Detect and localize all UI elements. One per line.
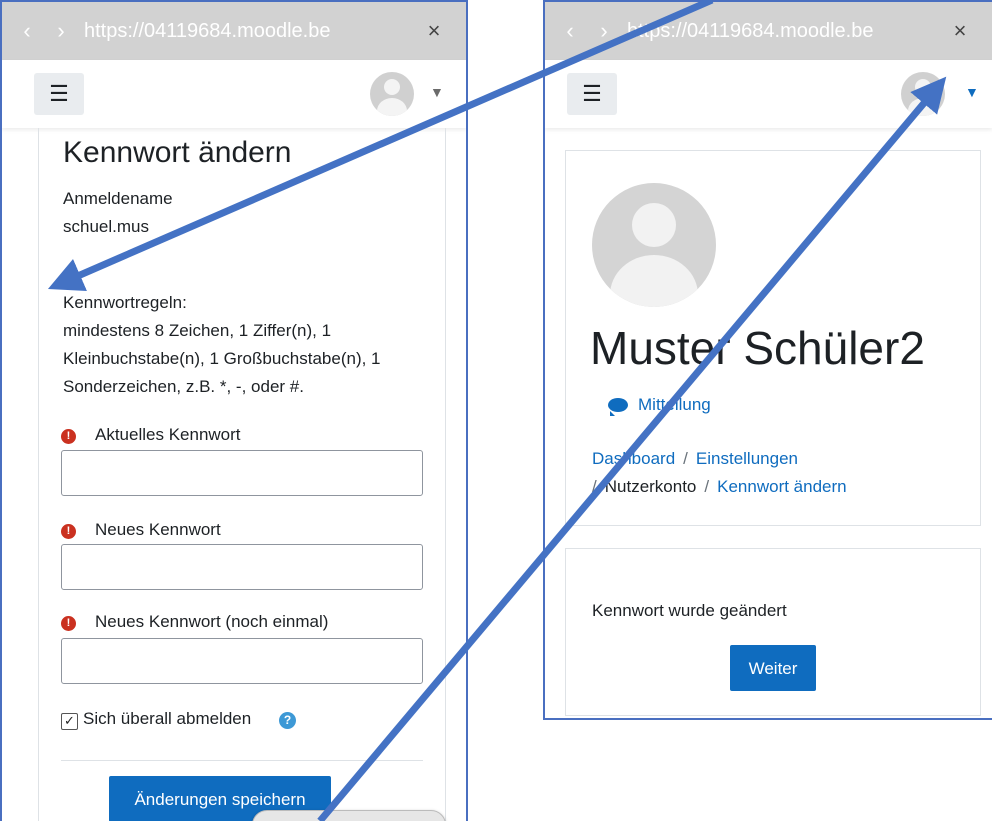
result-card: Kennwort wurde geändert Weiter — [565, 548, 981, 716]
chevron-down-icon[interactable]: ▼ — [430, 84, 444, 100]
repeat-password-input[interactable] — [61, 638, 423, 684]
menu-button[interactable]: ☰ — [34, 73, 84, 115]
menu-button[interactable]: ☰ — [567, 73, 617, 115]
required-icon: ! — [61, 429, 76, 444]
chevron-down-icon[interactable]: ▼ — [965, 84, 979, 100]
page-title: Kennwort ändern — [63, 136, 292, 169]
breadcrumb: Dashboard / Einstellungen / Nutzerkonto / Ken… — [592, 445, 962, 501]
required-icon: ! — [61, 616, 76, 631]
breadcrumb-change-password[interactable]: Kennwort ändern — [717, 477, 846, 496]
repeat-password-label: Neues Kennwort (noch einmal) — [95, 612, 329, 631]
profile-header-card: Muster Schüler2 Mitteilung Dashboard / Ein… — [565, 150, 981, 526]
breadcrumb-dashboard[interactable]: Dashboard — [592, 449, 675, 468]
username-label: Anmeldename — [63, 189, 173, 208]
breadcrumb-account: Nutzerkonto — [604, 477, 697, 496]
hamburger-icon: ☰ — [582, 81, 602, 106]
help-icon[interactable]: ? — [279, 712, 296, 729]
continue-button[interactable]: Weiter — [730, 645, 816, 691]
change-password-form: Kennwort ändern Anmeldename schuel.mus K… — [38, 128, 446, 821]
breadcrumb-separator: / — [592, 477, 597, 496]
divider — [61, 760, 423, 761]
user-full-name: Muster Schüler2 — [590, 322, 925, 374]
new-password-label: Neues Kennwort — [95, 520, 221, 539]
breadcrumb-separator: / — [683, 449, 688, 468]
breadcrumb-settings[interactable]: Einstellungen — [696, 449, 798, 468]
required-icon: ! — [61, 524, 76, 539]
rules-heading: Kennwortregeln: — [63, 293, 187, 312]
rules-line-2: Kleinbuchstabe(n), 1 Großbuchstabe(n), 1 — [63, 349, 381, 368]
back-icon[interactable]: ‹ — [10, 18, 44, 44]
logout-everywhere-label[interactable]: Sich überall abmelden — [83, 709, 251, 729]
profile-avatar — [592, 183, 716, 307]
url-text[interactable]: https://04119684.moodle.be — [84, 20, 416, 43]
top-navbar: ☰ ▼ — [2, 60, 466, 128]
rules-line-3: Sonderzeichen, z.B. *, -, oder #. — [63, 377, 304, 396]
logout-everywhere-checkbox[interactable]: ✓ — [61, 713, 78, 730]
back-icon[interactable]: ‹ — [553, 18, 587, 44]
user-avatar[interactable] — [901, 72, 945, 116]
rules-line-1: mindestens 8 Zeichen, 1 Ziffer(n), 1 — [63, 321, 332, 340]
hamburger-icon: ☰ — [49, 81, 69, 106]
current-password-label: Aktuelles Kennwort — [95, 425, 241, 444]
message-link[interactable]: Mitteilung — [608, 395, 711, 416]
message-bubble-icon — [608, 398, 628, 416]
url-text[interactable]: https://04119684.moodle.be — [627, 20, 942, 43]
forward-icon[interactable]: › — [587, 18, 621, 44]
floating-toolbar[interactable] — [252, 810, 446, 821]
new-password-input[interactable] — [61, 544, 423, 590]
left-phone-screen: ‹ › https://04119684.moodle.be × ☰ ▼ Ken… — [0, 0, 468, 821]
message-label: Mitteilung — [638, 395, 711, 414]
browser-address-bar: ‹ › https://04119684.moodle.be × — [545, 2, 992, 60]
user-avatar[interactable] — [370, 72, 414, 116]
top-navbar: ☰ ▼ — [545, 60, 992, 128]
right-phone-screen: ‹ › https://04119684.moodle.be × ☰ ▼ Mus… — [543, 0, 992, 720]
close-icon[interactable]: × — [942, 18, 978, 44]
browser-address-bar: ‹ › https://04119684.moodle.be × — [2, 2, 466, 60]
current-password-input[interactable] — [61, 450, 423, 496]
forward-icon[interactable]: › — [44, 18, 78, 44]
breadcrumb-separator: / — [704, 477, 710, 496]
success-message: Kennwort wurde geändert — [592, 601, 787, 620]
username-value: schuel.mus — [63, 217, 149, 236]
close-icon[interactable]: × — [416, 18, 452, 44]
